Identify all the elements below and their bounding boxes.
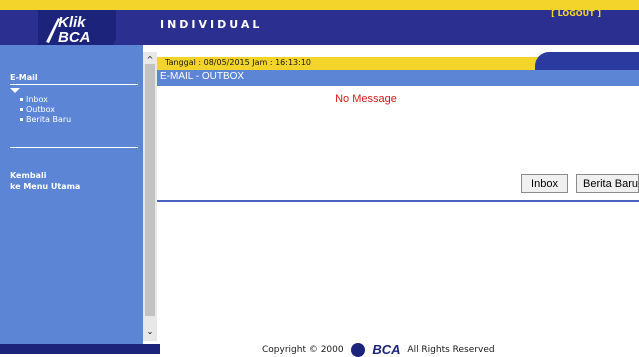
scroll-down-arrow-icon[interactable]: ⌄ [143,326,157,338]
copyright-notice: Copyright © 2000 BCA All Rights Reserved [262,342,495,357]
sidebar-item-berita-baru[interactable]: Berita Baru [20,115,71,125]
back-link-line2: ke Menu Utama [10,182,81,191]
sidebar-divider [10,84,138,85]
page-header-title: INDIVIDUAL [160,18,263,31]
sidebar-item-label: Inbox [26,95,48,104]
sidebar-menu: Inbox Outbox Berita Baru [20,95,71,125]
date-bar: Tanggal : 08/05/2015 Jam : 16:13:10 [157,52,639,70]
scroll-up-arrow-icon[interactable]: ^ [143,54,157,66]
bca-seal-icon [351,342,366,357]
logo-text-bca: BCA [58,29,91,46]
bullet-icon [20,98,23,101]
empty-message: No Message [335,93,397,105]
page-title-bar: E-MAIL - OUTBOX [157,70,639,86]
date-time-text: Tanggal : 08/05/2015 Jam : 16:13:10 [165,58,312,67]
sidebar-section-heading: E-Mail [10,73,38,82]
inbox-button[interactable]: Inbox [521,174,568,193]
back-to-main-menu-link[interactable]: Kembali ke Menu Utama [10,170,80,192]
bca-brand-mark: BCA [372,342,401,357]
footer-bar [0,344,160,354]
top-yellow-strip [0,0,639,10]
date-bar-accent [535,52,639,70]
sidebar-item-inbox[interactable]: Inbox [20,95,71,105]
logout-link[interactable]: [ LOGOUT ] [551,9,601,18]
sidebar-item-outbox[interactable]: Outbox [20,105,71,115]
sidebar-divider [10,147,138,148]
bullet-icon [20,118,23,121]
sidebar-item-label: Outbox [26,105,55,114]
scrollbar-thumb[interactable] [145,64,155,316]
berita-baru-button[interactable]: Berita Baru [576,174,639,193]
klikbca-logo: Klik BCA [38,10,116,50]
triangle-down-icon [10,88,20,93]
back-link-line1: Kembali [10,171,47,180]
sidebar-item-label: Berita Baru [26,115,72,124]
page-title: E-MAIL - OUTBOX [160,71,245,82]
bullet-icon [20,108,23,111]
content-divider [157,200,639,202]
sidebar [0,45,143,345]
